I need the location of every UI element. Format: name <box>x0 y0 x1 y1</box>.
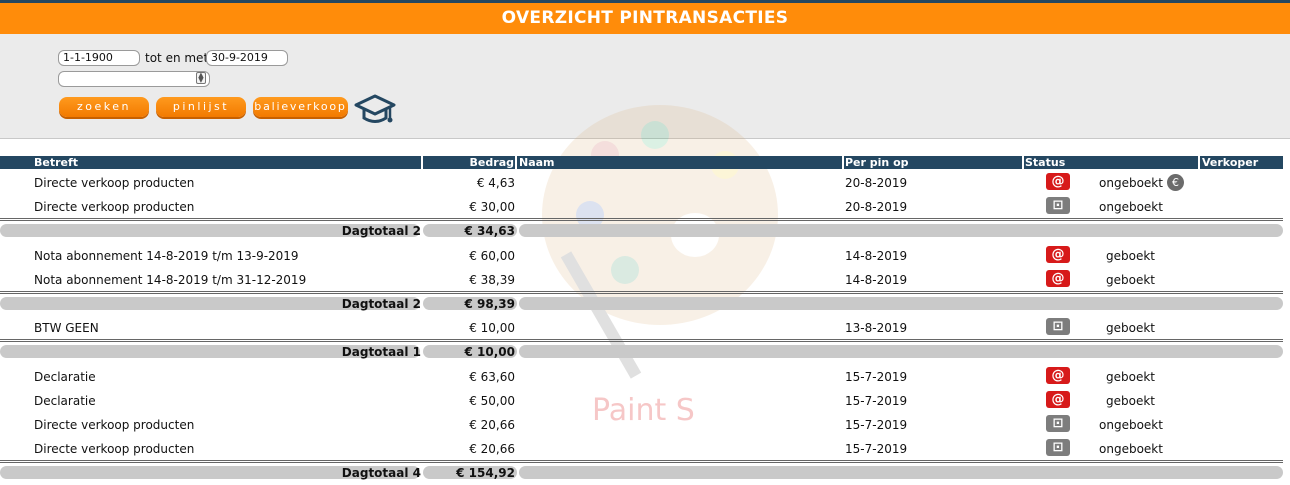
date-from-field[interactable] <box>58 50 140 66</box>
at-icon[interactable]: @ <box>1046 246 1070 263</box>
column-per-pin-op[interactable]: Per pin op <box>845 156 909 169</box>
mailbox-icon[interactable]: ⊡ <box>1046 318 1070 335</box>
row-divider <box>0 220 1283 221</box>
daytotal-label: Dagtotaal 2 <box>341 297 421 311</box>
table-row[interactable]: Nota abonnement 14-8-2019 t/m 31-12-2019… <box>0 268 1290 292</box>
table-row[interactable]: Declaratie € 50,00 15-7-2019 @ geboekt <box>0 389 1290 413</box>
date-to-field[interactable] <box>206 50 288 66</box>
column-verkoper[interactable]: Verkoper <box>1202 156 1258 169</box>
daytotal-label: Dagtotaal 2 <box>341 224 421 238</box>
cell-bedrag: € 10,00 <box>469 321 515 335</box>
cell-status: ongeboekt <box>1099 442 1163 456</box>
table-row[interactable]: Directe verkoop producten € 20,66 15-7-201… <box>0 437 1290 461</box>
daytotal-amount: € 34,63 <box>464 224 515 238</box>
daytotal-label: Dagtotaal 1 <box>341 345 421 359</box>
cell-bedrag: € 20,66 <box>469 442 515 456</box>
cell-status: geboekt <box>1106 273 1155 287</box>
cell-per-pin-op: 20-8-2019 <box>845 200 908 214</box>
graduation-cap-icon[interactable] <box>354 92 396 126</box>
cell-per-pin-op: 20-8-2019 <box>845 176 908 190</box>
cell-status: ongeboekt <box>1099 418 1163 432</box>
cell-bedrag: € 20,66 <box>469 418 515 432</box>
table-row[interactable]: Declaratie € 63,60 15-7-2019 @ geboekt <box>0 365 1290 389</box>
total-rest-bar <box>519 224 1283 237</box>
cell-betreft: Nota abonnement 14-8-2019 t/m 31-12-2019 <box>34 273 307 287</box>
cell-bedrag: € 63,60 <box>469 370 515 384</box>
cell-status: geboekt <box>1106 249 1155 263</box>
cell-betreft: Directe verkoop producten <box>34 176 195 190</box>
table-row[interactable]: Directe verkoop producten € 20,66 15-7-201… <box>0 413 1290 437</box>
cell-status: geboekt <box>1106 321 1155 335</box>
tot-en-met-label: tot en met <box>145 51 209 65</box>
cell-bedrag: € 4,63 <box>476 176 515 190</box>
cell-betreft: Directe verkoop producten <box>34 418 195 432</box>
column-status[interactable]: Status <box>1025 156 1065 169</box>
cell-bedrag: € 38,39 <box>469 273 515 287</box>
column-bedrag[interactable]: Bedrag <box>423 156 514 169</box>
total-rest-bar <box>519 466 1283 479</box>
cell-per-pin-op: 13-8-2019 <box>845 321 908 335</box>
table-row[interactable]: Directe verkoop producten € 30,00 20-8-201… <box>0 195 1290 219</box>
cell-bedrag: € 60,00 <box>469 249 515 263</box>
search-input[interactable] <box>58 71 210 87</box>
row-divider <box>0 341 1283 342</box>
search-field-wrapper: ▲ ▼ <box>58 71 210 87</box>
cell-status: ongeboekt <box>1099 200 1163 214</box>
at-icon[interactable]: @ <box>1046 173 1070 190</box>
pinlijst-button[interactable]: pinlijst <box>156 97 246 117</box>
table-row[interactable]: BTW GEEN € 10,00 13-8-2019 ⊡ geboekt <box>0 316 1290 340</box>
cell-bedrag: € 30,00 <box>469 200 515 214</box>
cell-bedrag: € 50,00 <box>469 394 515 408</box>
cell-per-pin-op: 15-7-2019 <box>845 442 908 456</box>
daytotal-row: Dagtotaal 4 € 154,92 <box>0 461 1290 485</box>
mailbox-icon[interactable]: ⊡ <box>1046 197 1070 214</box>
mailbox-icon[interactable]: ⊡ <box>1046 415 1070 432</box>
cell-betreft: Nota abonnement 14-8-2019 t/m 13-9-2019 <box>34 249 299 263</box>
daytotal-row: Dagtotaal 1 € 10,00 <box>0 340 1290 364</box>
cell-betreft: BTW GEEN <box>34 321 99 335</box>
cell-status: geboekt <box>1106 370 1155 384</box>
row-divider <box>0 293 1283 294</box>
table-header: Betreft Bedrag Naam Per pin op Status Ve… <box>0 156 1283 169</box>
cell-status: geboekt <box>1106 394 1155 408</box>
page-title: OVERZICHT PINTRANSACTIES <box>0 3 1290 34</box>
daytotal-amount: € 154,92 <box>456 466 515 480</box>
table-row[interactable]: Nota abonnement 14-8-2019 t/m 13-9-2019 €… <box>0 244 1290 268</box>
daytotal-amount: € 10,00 <box>464 345 515 359</box>
column-betreft[interactable]: Betreft <box>34 156 78 169</box>
cell-per-pin-op: 15-7-2019 <box>845 418 908 432</box>
row-divider <box>0 462 1283 463</box>
stepper-icon[interactable]: ▲ ▼ <box>196 72 206 84</box>
cell-per-pin-op: 14-8-2019 <box>845 273 908 287</box>
column-naam[interactable]: Naam <box>519 156 555 169</box>
zoeken-button[interactable]: zoeken <box>59 97 149 117</box>
cell-per-pin-op: 15-7-2019 <box>845 370 908 384</box>
at-icon[interactable]: @ <box>1046 270 1070 287</box>
daytotal-row: Dagtotaal 2 € 34,63 <box>0 219 1290 243</box>
balieverkoop-button[interactable]: balieverkoop <box>253 97 348 117</box>
total-rest-bar <box>519 297 1283 310</box>
table-row[interactable]: Directe verkoop producten € 4,63 20-8-2019… <box>0 171 1290 195</box>
cell-betreft: Directe verkoop producten <box>34 442 195 456</box>
total-rest-bar <box>519 345 1283 358</box>
cell-per-pin-op: 15-7-2019 <box>845 394 908 408</box>
at-icon[interactable]: @ <box>1046 367 1070 384</box>
daytotal-amount: € 98,39 <box>464 297 515 311</box>
euro-icon[interactable]: € <box>1167 174 1184 191</box>
cell-per-pin-op: 14-8-2019 <box>845 249 908 263</box>
daytotal-row: Dagtotaal 2 € 98,39 <box>0 292 1290 316</box>
cell-betreft: Directe verkoop producten <box>34 200 195 214</box>
cell-betreft: Declaratie <box>34 394 96 408</box>
cell-status: ongeboekt <box>1099 176 1163 190</box>
mailbox-icon[interactable]: ⊡ <box>1046 439 1070 456</box>
daytotal-label: Dagtotaal 4 <box>341 466 421 480</box>
at-icon[interactable]: @ <box>1046 391 1070 408</box>
cell-betreft: Declaratie <box>34 370 96 384</box>
